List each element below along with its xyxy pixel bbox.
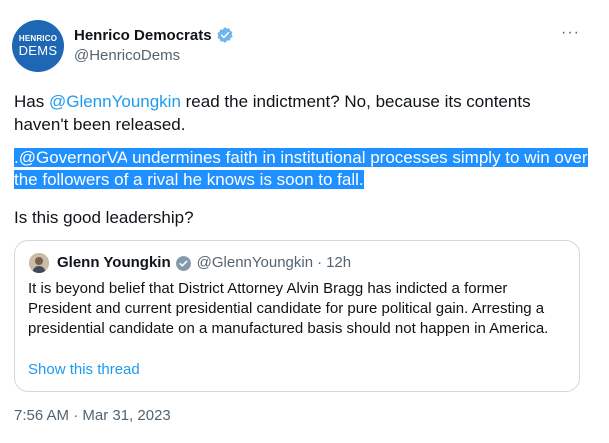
- tweet-text: Has: [14, 92, 49, 111]
- avatar-photo-icon: [29, 253, 49, 273]
- quote-text: It is beyond belief that District Attorn…: [28, 280, 549, 337]
- mention-link[interactable]: @GovernorVA: [18, 148, 128, 167]
- quote-header: Glenn Youngkin @GlennYoungkin · 12h: [57, 253, 351, 273]
- more-options-icon[interactable]: ···: [561, 24, 580, 42]
- quoted-tweet[interactable]: Glenn Youngkin @GlennYoungkin · 12h It i…: [14, 240, 580, 392]
- quote-author-name: Glenn Youngkin: [57, 254, 171, 271]
- author-avatar[interactable]: HENRICO DEMS: [12, 20, 64, 72]
- author-name-row: Henrico Democrats: [74, 26, 234, 44]
- verified-badge-icon: [216, 27, 233, 43]
- mention-link[interactable]: @GlennYoungkin: [49, 92, 181, 111]
- show-thread-link[interactable]: Show this thread: [28, 361, 140, 378]
- quote-author-avatar: [29, 253, 49, 273]
- tweet-paragraph-1: Has @GlennYoungkin read the indictment? …: [14, 90, 589, 136]
- quote-time: 12h: [326, 254, 352, 271]
- tweet-timestamp[interactable]: 7:56 AM · Mar 31, 2023: [14, 407, 171, 424]
- government-badge-icon: [175, 255, 191, 271]
- author-display-name[interactable]: Henrico Democrats: [74, 27, 212, 44]
- author-handle[interactable]: @HenricoDems: [74, 47, 180, 64]
- avatar-text-line2: DEMS: [18, 43, 58, 58]
- tweet-paragraph-3: Is this good leadership?: [14, 208, 194, 227]
- tweet: HENRICO DEMS Henrico Democrats @HenricoD…: [0, 0, 609, 443]
- tweet-paragraph-2: .@GovernorVA undermines faith in institu…: [14, 147, 589, 191]
- separator-dot: ·: [317, 254, 323, 271]
- quote-author-handle: @GlennYoungkin: [196, 254, 314, 271]
